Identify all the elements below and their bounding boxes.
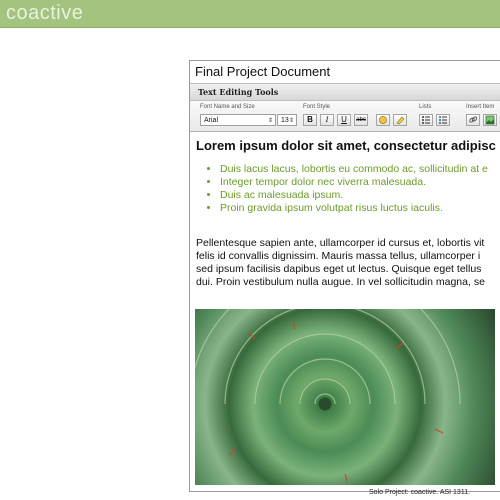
bullet-item: Integer tempor dolor nec viverra malesua… xyxy=(220,176,500,189)
spiral-aloe-image xyxy=(195,309,461,482)
footer-caption: Solo Project: coactive. ASI 1311. xyxy=(369,489,471,496)
font-style-group-label: Font Style xyxy=(303,104,331,110)
font-name-value: Arial xyxy=(204,117,219,124)
chevron-updown-icon: ⇕ xyxy=(267,118,273,124)
underline-button[interactable]: U xyxy=(337,114,351,126)
insert-image-button[interactable] xyxy=(483,114,497,126)
document-heading: Lorem ipsum dolor sit amet, consectetur … xyxy=(196,138,496,153)
succulent-photo[interactable] xyxy=(195,309,495,485)
numbered-list-icon xyxy=(439,116,447,124)
formatting-toolbar: Font Name and Size Font Style Lists Inse… xyxy=(190,101,500,132)
chevron-updown-icon: ⇕ xyxy=(288,118,294,124)
font-size-value: 13 xyxy=(281,117,289,124)
paragraph-line: sed ipsum facilisis dapibus eget ut lect… xyxy=(196,263,482,275)
bullet-item: Duis lacus lacus, lobortis eu commodo ac… xyxy=(220,163,500,176)
document-body[interactable]: Lorem ipsum dolor sit amet, consectetur … xyxy=(190,132,500,289)
top-bar: coactive xyxy=(0,0,500,28)
bold-button[interactable]: B xyxy=(303,114,317,126)
strikethrough-button[interactable]: abc xyxy=(354,114,368,126)
image-icon xyxy=(485,115,495,125)
paragraph-line: dui. Proin vestibulum nulla augue. In ve… xyxy=(196,276,485,288)
bullet-item: Duis ac malesuada ipsum. xyxy=(220,189,500,202)
bullet-list: Duis lacus lacus, lobortis eu commodo ac… xyxy=(196,163,500,215)
toolbar-title: Text Editing Tools xyxy=(190,84,500,101)
numbered-list-button[interactable] xyxy=(436,114,450,126)
document-title[interactable]: Final Project Document xyxy=(190,61,500,84)
highlighter-icon xyxy=(396,116,405,125)
lists-group-label: Lists xyxy=(419,104,432,110)
paragraph-line: Pellentesque sapien ante, ullamcorper id… xyxy=(196,237,485,249)
bullet-item: Proin gravida ipsum volutpat risus luctu… xyxy=(220,202,500,215)
text-color-icon xyxy=(379,116,387,124)
font-size-select[interactable]: 13 ⇕ xyxy=(277,114,297,126)
highlight-button[interactable] xyxy=(393,114,407,126)
font-name-select[interactable]: Arial ⇕ xyxy=(200,114,276,126)
text-color-button[interactable] xyxy=(376,114,390,126)
paragraph-line: felis id convallis dignissim. Mauris mas… xyxy=(196,250,481,262)
font-name-group-label: Font Name and Size xyxy=(200,104,255,110)
brand-logo-text[interactable]: coactive xyxy=(6,2,83,25)
link-icon xyxy=(469,116,478,123)
insert-group-label: Insert Item xyxy=(466,104,495,110)
bulleted-list-icon xyxy=(422,116,430,124)
bulleted-list-button[interactable] xyxy=(419,114,433,126)
italic-button[interactable]: I xyxy=(320,114,334,126)
document-editor: Final Project Document Text Editing Tool… xyxy=(189,60,500,492)
insert-link-button[interactable] xyxy=(466,114,480,126)
